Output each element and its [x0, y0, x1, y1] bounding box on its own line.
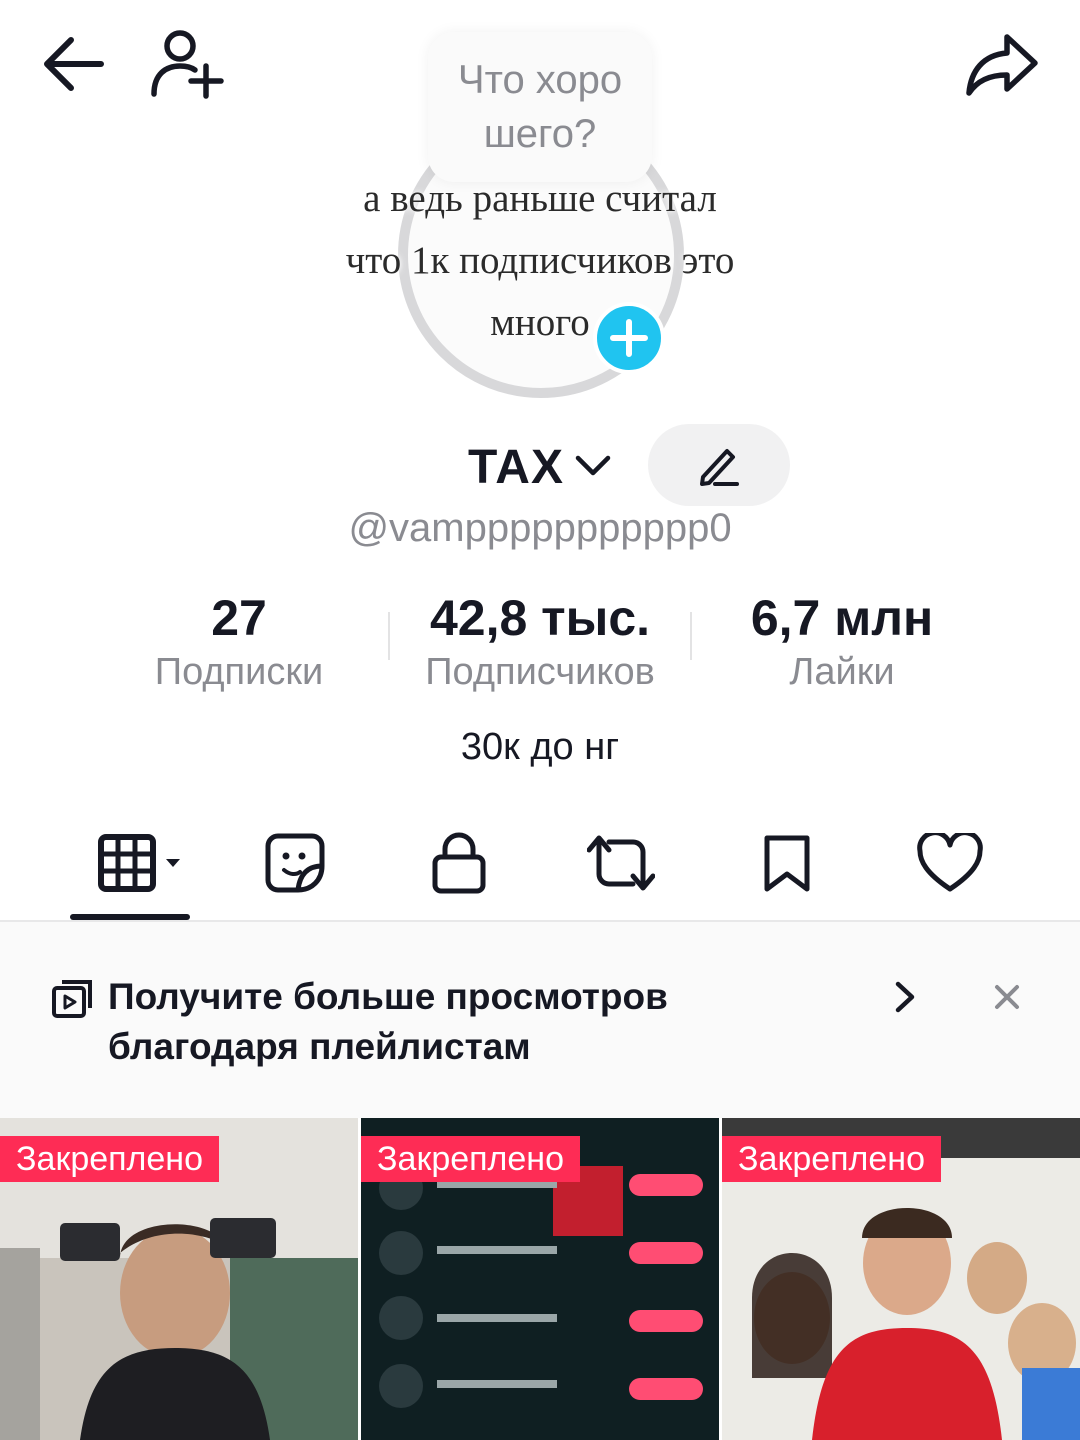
account-switch-button[interactable]: [574, 450, 612, 480]
stat-following[interactable]: 27 Подписки: [89, 590, 389, 696]
profile-name: ТАХ: [468, 441, 564, 494]
profile-bio: 30к до нг: [460, 726, 620, 768]
stat-likes-label: Лайки: [789, 651, 895, 693]
bookmark-icon: [764, 835, 810, 892]
overlay-caption-line1: а ведь раньше считал: [363, 177, 717, 220]
overlay-caption-line2: что 1к подписчиков это: [345, 239, 735, 282]
heart-icon: [917, 833, 983, 892]
add-avatar-button[interactable]: [593, 302, 665, 374]
pencil-icon: [700, 449, 739, 486]
person-plus-icon: [151, 30, 224, 99]
tab-videos[interactable]: [86, 826, 186, 900]
tab-stickers[interactable]: [258, 826, 332, 900]
playlist-icon: [50, 978, 96, 1020]
video-thumbnail[interactable]: Закреплено: [722, 1118, 1080, 1440]
tab-private[interactable]: [422, 826, 496, 900]
playlist-banner-line2: благодаря плейлистам: [108, 1026, 531, 1067]
overlay-caption-line3: много: [490, 301, 590, 344]
close-icon: [995, 985, 1019, 1009]
back-button[interactable]: [36, 28, 108, 100]
playlist-banner-text: Получите больше просмотров благодаря пле…: [108, 972, 808, 1072]
tab-reposts[interactable]: [584, 826, 658, 900]
repost-icon: [587, 835, 655, 891]
video-thumbnail[interactable]: Закреплено: [361, 1118, 719, 1440]
stat-following-value: 27: [211, 590, 267, 646]
note-bubble-line2: шего?: [483, 112, 597, 156]
stat-followers-label: Подписчиков: [425, 651, 655, 693]
videos-grid-icon: [98, 834, 180, 892]
pinned-badge: Закреплено: [361, 1136, 580, 1182]
share-arrow-icon: [966, 34, 1038, 96]
edit-profile-button[interactable]: [648, 424, 790, 506]
playlist-banner-close-button[interactable]: [990, 980, 1024, 1014]
playlist-banner-line1: Получите больше просмотров: [108, 976, 668, 1017]
note-bubble-line1: Что хоро: [457, 58, 623, 102]
stat-followers[interactable]: 42,8 тыс. Подписчиков: [390, 590, 690, 696]
username: @vamppppppppppp0: [348, 506, 732, 550]
video-thumbnail[interactable]: Закреплено: [0, 1118, 358, 1440]
pinned-badge: Закреплено: [0, 1136, 219, 1182]
overlay-caption: а ведь раньше считал что 1к подписчиков …: [250, 168, 830, 354]
chevron-right-icon: [895, 981, 915, 1013]
stat-followers-value: 42,8 тыс.: [429, 590, 651, 646]
chevron-down-icon: [575, 455, 611, 476]
note-bubble[interactable]: Что хоро шего?: [428, 32, 652, 182]
add-friend-button[interactable]: [146, 26, 226, 102]
tab-liked[interactable]: [910, 826, 990, 900]
stat-likes-value: 6,7 млн: [750, 590, 934, 646]
plus-icon: [610, 319, 648, 357]
share-button[interactable]: [962, 26, 1042, 102]
stat-likes[interactable]: 6,7 млн Лайки: [692, 590, 992, 696]
tab-favorites[interactable]: [750, 826, 824, 900]
pinned-badge: Закреплено: [722, 1136, 941, 1182]
stat-following-label: Подписки: [154, 651, 324, 693]
arrow-left-icon: [44, 37, 104, 91]
lock-icon: [432, 832, 486, 894]
playlist-banner-open-button[interactable]: [890, 980, 920, 1014]
sticker-icon: [265, 833, 325, 893]
